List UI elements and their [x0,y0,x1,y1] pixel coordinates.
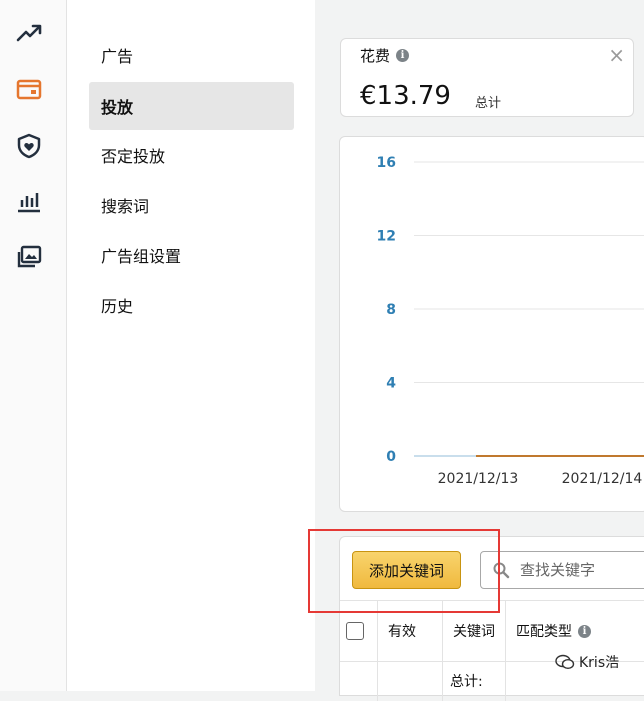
y-tick-label: 0 [386,449,396,465]
total-row-cell [340,661,378,701]
select-all-checkbox[interactable] [346,622,364,640]
search-input[interactable] [518,560,644,580]
chart-svg: 16 12 8 4 0 2021/12/13 2021/12/14 [377,155,644,487]
column-keyword[interactable]: 关键词 [443,601,506,661]
trend-icon[interactable] [14,17,44,47]
y-tick-label: 12 [377,229,396,245]
nav-item-targeting[interactable]: 投放 [89,82,294,130]
add-keyword-button[interactable]: 添加关键词 [352,551,461,589]
keyword-table-panel: 添加关键词 有效 关键词 匹配类型 i 总计: [339,536,644,701]
main-content: 花费 i × €13.79 总计 16 12 8 4 0 2021/12/13 2021/1… [316,0,644,701]
wechat-icon [555,654,575,670]
select-all-cell [340,601,378,661]
y-tick-label: 16 [377,155,396,171]
metric-value: €13.79 [360,81,451,111]
nav-item-label: 投放 [101,98,134,117]
watermark-text: Kris浩 [579,655,620,671]
total-label: 总计: [450,674,483,690]
nav-item-ads[interactable]: 广告 [89,31,294,79]
image-gallery-icon[interactable] [14,242,44,272]
nav-item-history[interactable]: 历史 [89,281,294,329]
metric-title: 花费 i [360,45,410,66]
x-tick-label: 2021/12/13 [438,471,519,487]
column-active[interactable]: 有效 [378,601,443,661]
column-keyword-label: 关键词 [453,624,495,640]
x-tick-label: 2021/12/14 [562,471,643,487]
campaign-card-icon[interactable] [14,74,44,104]
nav-item-ad-group-settings[interactable]: 广告组设置 [89,231,294,279]
bar-chart-icon[interactable] [14,186,44,216]
info-icon[interactable]: i [578,624,591,638]
search-icon [493,562,510,579]
total-row-cell [378,661,443,701]
metric-subtitle: 总计 [475,96,502,111]
y-tick-label: 8 [386,302,396,318]
spend-metric-card[interactable]: 花费 i × €13.79 总计 [340,38,634,117]
shield-heart-icon[interactable] [14,131,44,161]
keyword-search-box[interactable] [480,551,644,589]
nav-item-negative-targeting[interactable]: 否定投放 [89,131,294,179]
nav-item-label: 广告组设置 [101,247,182,266]
nav-item-label: 广告 [101,47,134,66]
metric-title-text: 花费 [360,47,391,65]
close-icon[interactable]: × [608,45,625,65]
icon-rail [0,0,67,691]
nav-item-label: 历史 [101,297,134,316]
watermark: Kris浩 [555,652,619,672]
y-tick-label: 4 [386,376,396,392]
column-active-label: 有效 [388,624,416,640]
column-match-type-label: 匹配类型 [516,624,572,640]
chart-card: 16 12 8 4 0 2021/12/13 2021/12/14 [339,136,644,512]
nav-item-search-terms[interactable]: 搜索词 [89,181,294,229]
nav-item-label: 否定投放 [101,147,166,166]
info-icon[interactable]: i [396,49,410,62]
nav-item-label: 搜索词 [101,197,150,216]
sub-navigation: 广告 投放 否定投放 搜索词 广告组设置 历史 [67,0,315,691]
